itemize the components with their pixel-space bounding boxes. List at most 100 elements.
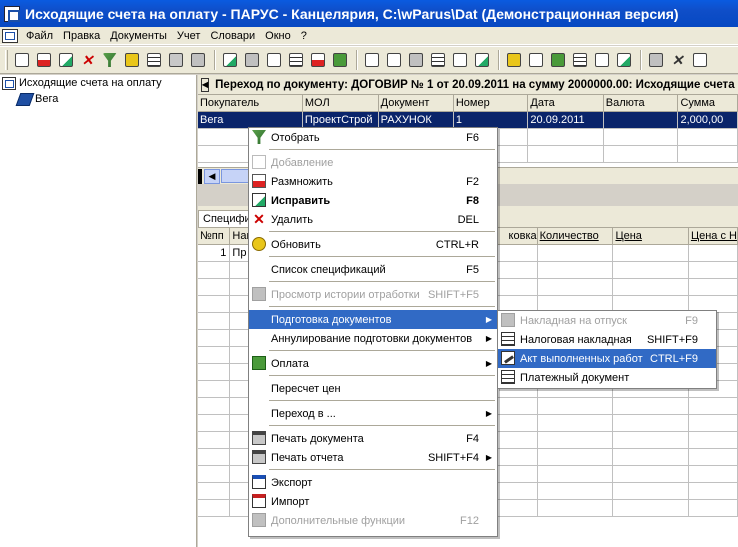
new-document-icon [252, 155, 266, 169]
new-record-icon[interactable] [12, 51, 31, 70]
submenu-item-waybill[interactable]: Накладная на отпуск F9 [498, 311, 716, 330]
menu-item-extra-functions[interactable]: Дополнительные функции F12 [249, 511, 497, 530]
table-cell[interactable]: 1 [198, 244, 231, 262]
invoice-icon[interactable] [472, 51, 491, 70]
column-header[interactable]: Цена [612, 228, 689, 245]
column-header[interactable]: МОЛ [302, 95, 379, 112]
menu-item-goto[interactable]: Переход в ... ▶ [249, 404, 497, 423]
table-cell[interactable]: 1 [453, 111, 529, 129]
calculator-tool-icon[interactable] [646, 51, 665, 70]
tree-child-item[interactable]: Вега [0, 91, 196, 107]
bank-icon[interactable] [428, 51, 447, 70]
move-icon[interactable] [384, 51, 403, 70]
people-icon[interactable] [548, 51, 567, 70]
tax-invoice-icon [501, 332, 515, 346]
menu-help[interactable]: ? [296, 30, 312, 42]
table-cell[interactable]: РАХУНОК [378, 111, 454, 129]
calendar-icon[interactable] [570, 51, 589, 70]
journal-icon[interactable] [286, 51, 305, 70]
menu-accounting[interactable]: Учет [172, 30, 206, 42]
clone-record-icon[interactable] [34, 51, 53, 70]
column-header[interactable]: Сумма [677, 95, 738, 112]
report-icon[interactable] [592, 51, 611, 70]
menu-item-delete[interactable]: ✕ Удалить DEL [249, 210, 497, 229]
table-row[interactable]: Вега ПроектСтрой РАХУНОК 1 20.09.2011 2,… [198, 111, 738, 129]
history-icon [252, 287, 266, 301]
back-arrow-icon[interactable]: ◀ [201, 77, 210, 92]
tree-panel: Исходящие счета на оплату Вега [0, 75, 197, 547]
tree-root-item[interactable]: Исходящие счета на оплату [0, 75, 196, 91]
title-bar: Исходящие счета на оплату - ПАРУС - Канц… [0, 0, 738, 27]
menu-item-payment[interactable]: Оплата ▶ [249, 354, 497, 373]
calculator-icon[interactable] [242, 51, 261, 70]
document-icon[interactable] [264, 51, 283, 70]
print-icon[interactable] [166, 51, 185, 70]
menu-item-cancel-preparation[interactable]: Аннулирование подготовки документов ▶ [249, 329, 497, 348]
delete-record-icon[interactable]: ✕ [78, 51, 97, 70]
menu-item-history[interactable]: Просмотр истории отработки SHIFT+F5 [249, 285, 497, 304]
toolbar-grip[interactable] [5, 50, 8, 70]
menu-file[interactable]: Файл [21, 30, 58, 42]
menu-item-edit[interactable]: Исправить F8 [249, 191, 497, 210]
delete-icon: ✕ [253, 211, 265, 227]
refresh-icon [252, 237, 266, 251]
table-cell[interactable]: ПроектСтрой [302, 111, 379, 129]
column-header[interactable]: Дата [527, 95, 604, 112]
column-header[interactable]: Номер [453, 95, 529, 112]
navigation-title: Переход по документу: ДОГОВИР № 1 от 20.… [215, 78, 738, 91]
menu-edit[interactable]: Правка [58, 30, 105, 42]
menu-item-clone[interactable]: Размножить F2 [249, 172, 497, 191]
submenu-arrow-icon: ▶ [485, 409, 492, 418]
tools-icon[interactable]: ✕ [668, 51, 687, 70]
column-header[interactable]: Валюта [603, 95, 679, 112]
book-icon[interactable] [220, 51, 239, 70]
toolbar: ✕ ✕ [0, 46, 738, 74]
list-icon[interactable] [144, 51, 163, 70]
menu-item-print-report[interactable]: Печать отчета SHIFT+F4 ▶ [249, 448, 497, 467]
window-icon[interactable] [690, 51, 709, 70]
user-icon[interactable] [504, 51, 523, 70]
menu-item-recalculate-prices[interactable]: Пересчет цен [249, 379, 497, 398]
menu-documents[interactable]: Документы [105, 30, 172, 42]
house-icon[interactable] [308, 51, 327, 70]
menu-window[interactable]: Окно [260, 30, 296, 42]
column-header[interactable]: Покупатель [198, 95, 303, 112]
menu-item-prepare-documents[interactable]: Подготовка документов ▶ [249, 310, 497, 329]
tree-root-label: Исходящие счета на оплату [19, 77, 162, 89]
filter-icon[interactable] [100, 51, 119, 70]
submenu-item-tax-invoice[interactable]: Налоговая накладная SHIFT+F9 [498, 330, 716, 349]
table-cell[interactable]: 2,000,00 [677, 111, 738, 129]
menu-item-refresh[interactable]: Обновить CTRL+R [249, 235, 497, 254]
chart-icon[interactable] [330, 51, 349, 70]
menu-item-add[interactable]: Добавление [249, 153, 497, 172]
menu-item-import[interactable]: Импорт [249, 492, 497, 511]
edit-record-icon[interactable] [56, 51, 75, 70]
menu-item-spec-list[interactable]: Список спецификаций F5 [249, 260, 497, 279]
submenu-item-payment-document[interactable]: Платежный документ [498, 368, 716, 387]
ledger-icon[interactable] [450, 51, 469, 70]
column-header[interactable]: Документ [378, 95, 454, 112]
submenu-item-act[interactable]: Акт выполненных работ CTRL+F9 [498, 349, 716, 368]
window-title: Исходящие счета на оплату - ПАРУС - Канц… [25, 5, 679, 22]
run-icon[interactable] [614, 51, 633, 70]
refresh-icon[interactable] [122, 51, 141, 70]
table-cell[interactable]: 20.09.2011 [527, 111, 604, 129]
column-header[interactable]: №пп [198, 228, 231, 245]
menu-item-print-document[interactable]: Печать документа F4 [249, 429, 497, 448]
system-menu-icon[interactable] [2, 28, 18, 43]
waybill-icon [501, 313, 515, 327]
context-menu: Отобрать F6 Добавление Размножить F2 Исп… [248, 127, 498, 537]
euro-icon[interactable] [526, 51, 545, 70]
menu-dictionaries[interactable]: Словари [205, 30, 260, 42]
table-cell[interactable]: Вега [198, 111, 303, 129]
column-header[interactable]: Количество [537, 228, 614, 245]
box-icon[interactable] [406, 51, 425, 70]
transfer-icon[interactable] [362, 51, 381, 70]
scroll-left-icon[interactable]: ◀ [204, 168, 220, 184]
column-header[interactable]: Цена с Н [688, 228, 738, 245]
settings-icon[interactable] [188, 51, 207, 70]
import-icon [252, 494, 266, 508]
menu-item-export[interactable]: Экспорт [249, 473, 497, 492]
menu-item-filter[interactable]: Отобрать F6 [249, 128, 497, 147]
table-cell[interactable] [603, 111, 679, 129]
